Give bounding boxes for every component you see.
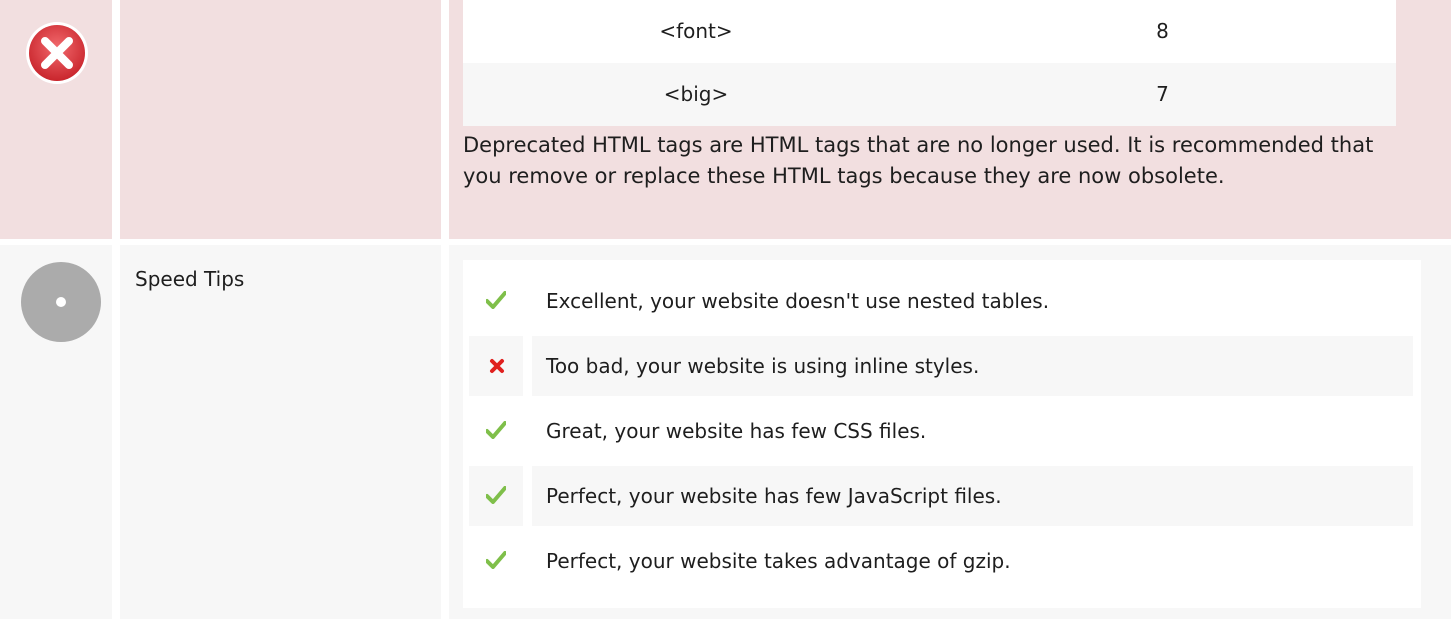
tip-text-wrap: Perfect, your website has few JavaScript… (532, 466, 1413, 526)
section-content: Excellent, your website doesn't use nest… (449, 245, 1451, 619)
status-cell (0, 245, 112, 619)
section-label-cell (120, 0, 441, 239)
tag-count-cell: 8 (1156, 19, 1169, 43)
section-content: <font> 8 <big> 7 Deprecated HTML tags ar… (449, 0, 1451, 239)
tip-text: Perfect, your website takes advantage of… (546, 549, 1011, 573)
tip-text: Great, your website has few CSS files. (546, 419, 927, 443)
section-label: Speed Tips (135, 267, 245, 291)
tip-text-wrap: Perfect, your website takes advantage of… (532, 531, 1413, 591)
deprecated-tags-table: <font> 8 <big> 7 (463, 0, 1396, 126)
tip-text: Too bad, your website is using inline st… (546, 354, 980, 378)
neutral-icon (21, 262, 101, 342)
check-icon (469, 401, 523, 461)
tip-text: Excellent, your website doesn't use nest… (546, 289, 1050, 313)
section-label-cell: Speed Tips (120, 245, 441, 619)
deprecated-html-section: <font> 8 <big> 7 Deprecated HTML tags ar… (0, 0, 1451, 239)
tip-text-wrap: Too bad, your website is using inline st… (532, 336, 1413, 396)
speed-tips-list: Excellent, your website doesn't use nest… (463, 260, 1421, 608)
list-item: Too bad, your website is using inline st… (463, 336, 1421, 396)
cross-icon (469, 336, 523, 396)
tip-text-wrap: Great, your website has few CSS files. (532, 401, 1413, 461)
section-description: Deprecated HTML tags are HTML tags that … (463, 133, 1374, 188)
table-row: <font> 8 (463, 0, 1396, 63)
speed-tips-section: Speed Tips Excellent, your website doesn… (0, 245, 1451, 619)
tag-name-cell: <font> (659, 19, 733, 43)
list-item: Excellent, your website doesn't use nest… (463, 271, 1421, 331)
tip-text-wrap: Excellent, your website doesn't use nest… (532, 271, 1413, 331)
check-icon (469, 466, 523, 526)
error-icon (26, 22, 88, 84)
status-cell (0, 0, 112, 239)
check-icon (469, 531, 523, 591)
list-item: Perfect, your website takes advantage of… (463, 531, 1421, 591)
tip-text: Perfect, your website has few JavaScript… (546, 484, 1002, 508)
tag-count-cell: 7 (1156, 82, 1169, 106)
check-icon (469, 271, 523, 331)
list-item: Great, your website has few CSS files. (463, 401, 1421, 461)
tag-name-cell: <big> (663, 82, 729, 106)
list-item: Perfect, your website has few JavaScript… (463, 466, 1421, 526)
table-row: <big> 7 (463, 63, 1396, 126)
